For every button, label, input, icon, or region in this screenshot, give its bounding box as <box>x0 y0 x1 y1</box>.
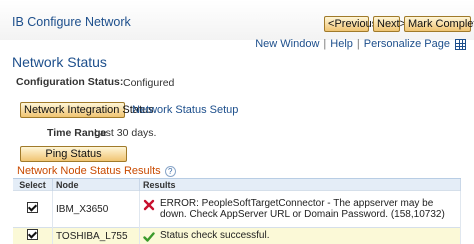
title-bar: IB Configure Network <Previous Next> Mar… <box>0 0 474 40</box>
column-header-select[interactable]: Select <box>13 179 53 191</box>
column-header-node[interactable]: Node <box>53 179 140 191</box>
page-title: Network Status <box>12 54 107 70</box>
help-icon[interactable]: ? <box>165 166 176 177</box>
result-text: ERROR: PeopleSoftTargetConnector - The a… <box>160 198 457 220</box>
personalize-page-link[interactable]: Personalize Page <box>364 38 450 50</box>
ping-status-button[interactable]: Ping Status <box>20 146 127 162</box>
node-status-grid: Network Node Status Results ? Select Nod… <box>13 164 461 244</box>
select-checkbox[interactable] <box>27 229 38 240</box>
table-row: IBM_X3650 ERROR: PeopleSoftTargetConnect… <box>13 191 461 228</box>
select-checkbox[interactable] <box>27 202 38 213</box>
x-icon <box>143 199 155 211</box>
grid-icon[interactable] <box>455 39 466 50</box>
time-range-value: Last 30 days. <box>94 127 156 139</box>
check-icon <box>143 231 155 243</box>
mark-complete-button[interactable]: Mark Complete <box>404 16 471 32</box>
node-name: IBM_X3650 <box>53 191 140 228</box>
app-title: IB Configure Network <box>12 15 131 29</box>
next-button[interactable]: Next> <box>373 16 400 32</box>
config-status-label: Configuration Status: <box>16 76 123 88</box>
result-text: Status check successful. <box>160 230 270 241</box>
network-status-setup-link[interactable]: Network Status Setup <box>132 104 238 116</box>
new-window-link[interactable]: New Window <box>255 38 319 50</box>
network-integration-status-button[interactable]: Network Integration Status <box>20 102 125 118</box>
help-link[interactable]: Help <box>330 38 353 50</box>
table-row: TOSHIBA_L755 Status check successful. <box>13 228 461 244</box>
grid-header-row: Select Node Results <box>13 179 461 191</box>
config-status-value: Configured <box>123 77 174 89</box>
page-links: New Window | Help | Personalize Page <box>255 38 466 50</box>
grid-title: Network Node Status Results ? <box>13 164 461 179</box>
node-name: TOSHIBA_L755 <box>53 228 140 244</box>
previous-button[interactable]: <Previous <box>324 16 369 32</box>
column-header-results[interactable]: Results <box>140 179 461 191</box>
